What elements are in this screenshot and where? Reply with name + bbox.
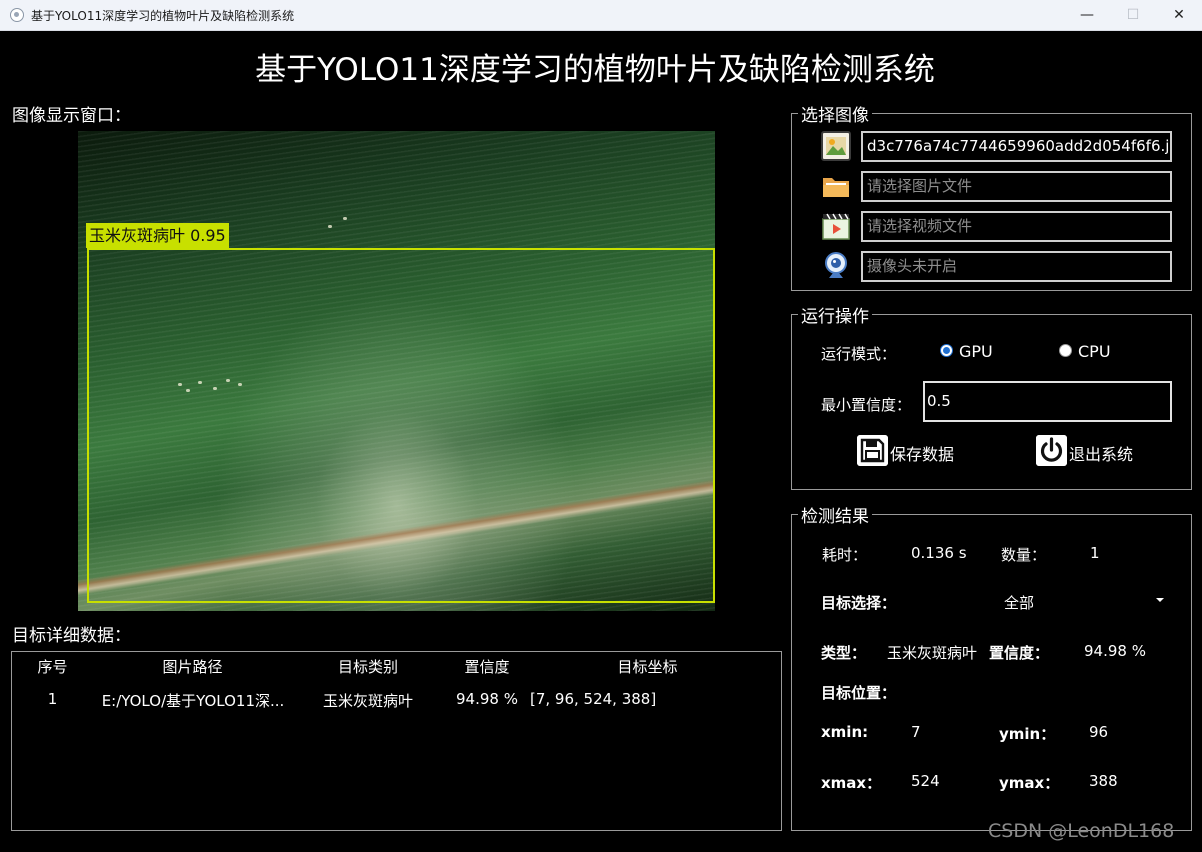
image-path-field[interactable]: d3c776a74c7744659960add2d054f6f6.jpg [861, 131, 1172, 162]
column-header-index[interactable]: 序号 [30, 656, 75, 677]
table-cell-confidence[interactable]: 94.98 % [442, 690, 532, 708]
run-ops-title: 运行操作 [798, 302, 872, 327]
power-icon [1036, 435, 1067, 466]
camera-status-field[interactable]: 摄像头未开启 [861, 251, 1172, 282]
minimize-button[interactable]: — [1064, 0, 1110, 30]
webcam-icon[interactable] [821, 251, 851, 281]
image-icon[interactable] [821, 131, 851, 161]
window-title-bar: 基于YOLO11深度学习的植物叶片及缺陷检测系统 — ☐ ✕ [0, 0, 1202, 31]
table-cell-index[interactable]: 1 [30, 690, 75, 708]
column-header-coords[interactable]: 目标坐标 [590, 656, 705, 677]
time-value: 0.136 s [911, 544, 967, 562]
image-display-label: 图像显示窗口： [12, 106, 131, 126]
maximize-button[interactable]: ☐ [1110, 0, 1156, 30]
ymax-value: 388 [1089, 772, 1118, 790]
type-value: 玉米灰斑病叶 [887, 644, 978, 662]
confidence-value: 94.98 % [1084, 642, 1146, 660]
xmax-label: xmax： [821, 774, 882, 792]
app-icon [10, 8, 24, 22]
details-label: 目标详细数据： [12, 626, 131, 646]
image-file-input[interactable]: 请选择图片文件 [861, 171, 1172, 202]
ymax-label: ymax： [999, 774, 1060, 792]
count-value: 1 [1090, 544, 1100, 562]
detection-label: 玉米灰斑病叶 0.95 [86, 223, 229, 248]
target-select-dropdown[interactable]: 全部 [1004, 592, 1034, 613]
exit-system-label: 退出系统 [1069, 445, 1134, 464]
save-data-button[interactable]: 保存数据 [857, 435, 967, 467]
video-file-input[interactable]: 请选择视频文件 [861, 211, 1172, 242]
gpu-label[interactable]: GPU [959, 342, 993, 361]
select-image-title: 选择图像 [798, 101, 872, 126]
column-header-confidence[interactable]: 置信度 [442, 656, 532, 677]
type-label: 类型： [821, 644, 867, 662]
save-icon [857, 435, 888, 466]
detail-table [11, 651, 782, 831]
leaf-spot [343, 217, 347, 220]
target-select-label: 目标选择： [821, 594, 897, 612]
time-label: 耗时： [822, 546, 868, 564]
save-data-label: 保存数据 [890, 445, 955, 464]
xmax-value: 524 [911, 772, 940, 790]
run-mode-label: 运行模式： [821, 345, 897, 363]
ymin-label: ymin： [999, 725, 1056, 743]
cpu-radio[interactable] [1059, 344, 1072, 357]
page-title: 基于YOLO11深度学习的植物叶片及缺陷检测系统 [255, 52, 935, 88]
count-label: 数量： [1001, 546, 1047, 564]
column-header-path[interactable]: 图片路径 [140, 656, 245, 677]
xmin-label: xmin: [821, 723, 869, 741]
results-title: 检测结果 [798, 502, 872, 527]
ymin-value: 96 [1089, 723, 1109, 741]
detection-box [87, 248, 715, 603]
gpu-radio[interactable] [940, 344, 953, 357]
leaf-spot [328, 225, 332, 228]
table-cell-coords[interactable]: [7, 96, 524, 388] [530, 690, 656, 708]
close-button[interactable]: ✕ [1156, 0, 1202, 30]
min-confidence-input[interactable]: 0.5 [923, 381, 1172, 422]
chevron-down-icon[interactable] [1156, 598, 1164, 602]
exit-system-button[interactable]: 退出系统 [1036, 435, 1146, 467]
folder-icon[interactable] [821, 171, 851, 201]
confidence-label: 置信度： [989, 644, 1050, 662]
cpu-label[interactable]: CPU [1078, 342, 1111, 361]
min-confidence-label: 最小置信度： [821, 396, 912, 414]
video-icon[interactable] [821, 211, 851, 241]
xmin-value: 7 [911, 723, 921, 741]
watermark: CSDN @LeonDL168 [988, 820, 1175, 842]
window-title: 基于YOLO11深度学习的植物叶片及缺陷检测系统 [31, 9, 295, 23]
table-cell-class[interactable]: 玉米灰斑病叶 [306, 690, 430, 711]
target-position-label: 目标位置： [821, 684, 897, 702]
column-header-class[interactable]: 目标类别 [318, 656, 418, 677]
table-cell-path[interactable]: E:/YOLO/基于YOLO11深... [88, 690, 298, 711]
